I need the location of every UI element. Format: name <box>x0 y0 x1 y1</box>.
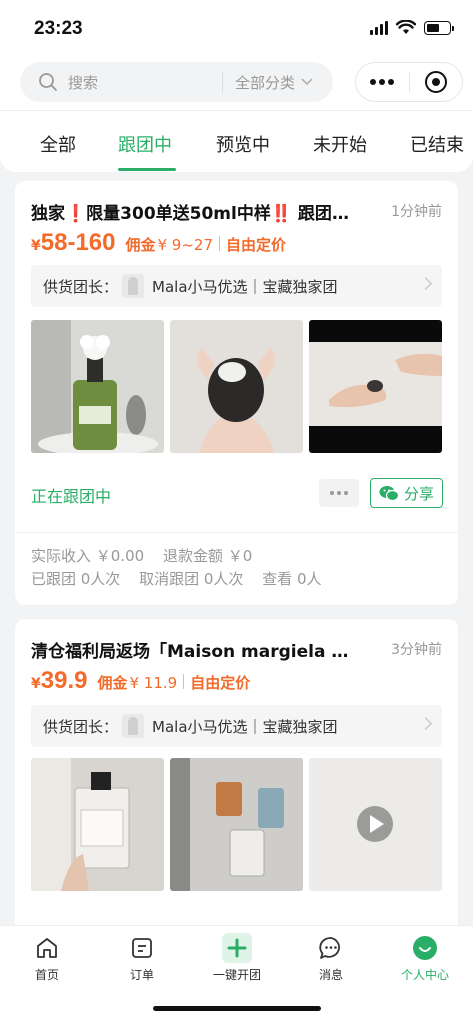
tab-all[interactable]: 全部 <box>40 131 76 157</box>
status-bar: 23:23 <box>0 0 473 56</box>
search-placeholder: 搜索 <box>68 73 99 92</box>
nav-orders[interactable]: 订单 <box>102 934 182 983</box>
commission-value: ¥ 11.9 <box>129 674 178 692</box>
supplier-avatar <box>122 714 145 738</box>
miniprogram-capsule <box>355 62 463 102</box>
group-card[interactable]: 独家❗️限量300单送50ml中样‼️ 跟团享… 1分钟前 ¥ 58-160 佣… <box>15 181 458 605</box>
product-image-hair-washing[interactable] <box>170 320 303 453</box>
card-stats: 实际收入 ￥0.00 退款金额 ￥0 已跟团 0人次 取消跟团 0人次 查看 0… <box>31 545 336 591</box>
supplier-name: Mala小马优选｜宝藏独家团 <box>152 717 338 736</box>
category-filter[interactable]: 全部分类 <box>235 72 313 93</box>
nav-label: 一键开团 <box>212 968 261 982</box>
chevron-right-icon <box>419 717 432 730</box>
status-icons <box>370 20 454 35</box>
commission-label: 佣金 <box>97 674 128 692</box>
battery-icon <box>424 20 454 35</box>
card-title: 独家❗️限量300单送50ml中样‼️ 跟团享… <box>31 204 361 224</box>
chevron-right-icon <box>419 277 432 290</box>
pricing-mode: 自由定价 <box>226 236 287 254</box>
message-icon <box>319 937 340 959</box>
search-divider <box>222 71 223 93</box>
nav-label: 消息 <box>318 968 343 982</box>
product-image-perfume-bottle[interactable] <box>31 758 164 891</box>
nav-label: 首页 <box>34 968 59 982</box>
active-tab-indicator <box>118 168 176 171</box>
commission-value: ¥ 9~27 <box>157 236 214 254</box>
more-menu-icon[interactable] <box>356 79 409 85</box>
currency-symbol: ¥ <box>31 676 41 692</box>
category-filter-label: 全部分类 <box>235 73 296 92</box>
supplier-label: 供货团长： <box>43 717 119 736</box>
wechat-icon <box>379 485 399 501</box>
product-video-thumbnail[interactable] <box>309 758 442 891</box>
stat-views: 查看 0人 <box>262 570 322 588</box>
nav-messages[interactable]: 消息 <box>291 934 371 983</box>
nav-profile[interactable]: 个人中心 <box>385 934 465 983</box>
price-row: ¥ 39.9 佣金 ¥ 11.9 自由定价 <box>31 667 250 695</box>
product-images <box>31 758 442 891</box>
commission-label: 佣金 <box>125 236 156 254</box>
share-label: 分享 <box>403 484 434 503</box>
tab-ended[interactable]: 已结束 <box>410 131 464 157</box>
group-card[interactable]: 清仓福利局返场「Maison margiela 梅森… 3分钟前 ¥ 39.9 … <box>15 619 458 939</box>
search-icon <box>39 73 57 91</box>
status-time: 23:23 <box>34 18 83 39</box>
supplier-label: 供货团长： <box>43 277 119 296</box>
close-miniprogram-icon[interactable] <box>409 71 462 93</box>
tab-in-progress[interactable]: 跟团中 <box>118 131 172 157</box>
search-header: 搜索 全部分类 <box>0 56 473 110</box>
home-indicator <box>153 1006 321 1011</box>
nav-label: 个人中心 <box>400 968 449 982</box>
price-row: ¥ 58-160 佣金 ¥ 9~27 自由定价 <box>31 229 286 257</box>
search-input[interactable]: 搜索 全部分类 <box>20 62 333 102</box>
stat-income: 实际收入 ￥0.00 <box>31 547 145 565</box>
currency-symbol: ¥ <box>31 238 41 254</box>
price: 58-160 <box>40 229 116 256</box>
order-icon <box>132 938 152 958</box>
wifi-icon <box>396 20 416 34</box>
price: 39.9 <box>40 667 88 694</box>
tab-preview[interactable]: 预览中 <box>216 131 270 157</box>
pricing-mode: 自由定价 <box>190 674 251 692</box>
more-options-button[interactable] <box>319 479 359 507</box>
share-button[interactable]: 分享 <box>370 478 443 508</box>
supplier-row[interactable]: 供货团长： Mala小马优选｜宝藏独家团 <box>31 265 442 307</box>
stat-joined: 已跟团 0人次 <box>31 570 121 588</box>
stat-refund: 退款金额 ￥0 <box>162 547 253 565</box>
supplier-row[interactable]: 供货团长： Mala小马优选｜宝藏独家团 <box>31 705 442 747</box>
cellular-signal-icon <box>370 20 388 35</box>
nav-label: 订单 <box>129 968 154 982</box>
supplier-avatar <box>122 274 145 298</box>
nav-home[interactable]: 首页 <box>7 934 87 983</box>
plus-icon <box>222 933 252 963</box>
card-time-ago: 3分钟前 <box>391 642 442 658</box>
nav-quick-start-group[interactable]: 一键开团 <box>197 933 277 983</box>
chevron-down-icon <box>301 78 313 86</box>
product-image-perfume-collection[interactable] <box>170 758 303 891</box>
profile-icon <box>413 936 437 960</box>
card-title: 清仓福利局返场「Maison margiela 梅森… <box>31 642 361 662</box>
tab-not-started[interactable]: 未开始 <box>313 131 367 157</box>
card-time-ago: 1分钟前 <box>391 204 442 220</box>
home-icon <box>37 938 57 958</box>
tab-bar: 全部 跟团中 预览中 未开始 已结束 <box>0 110 473 172</box>
product-images <box>31 320 442 453</box>
group-status: 正在跟团中 <box>31 487 112 506</box>
stat-cancelled: 取消跟团 0人次 <box>139 570 244 588</box>
product-image-shampoo-bottle[interactable] <box>31 320 164 453</box>
product-image-hand-product[interactable] <box>309 320 442 453</box>
supplier-name: Mala小马优选｜宝藏独家团 <box>152 277 338 296</box>
